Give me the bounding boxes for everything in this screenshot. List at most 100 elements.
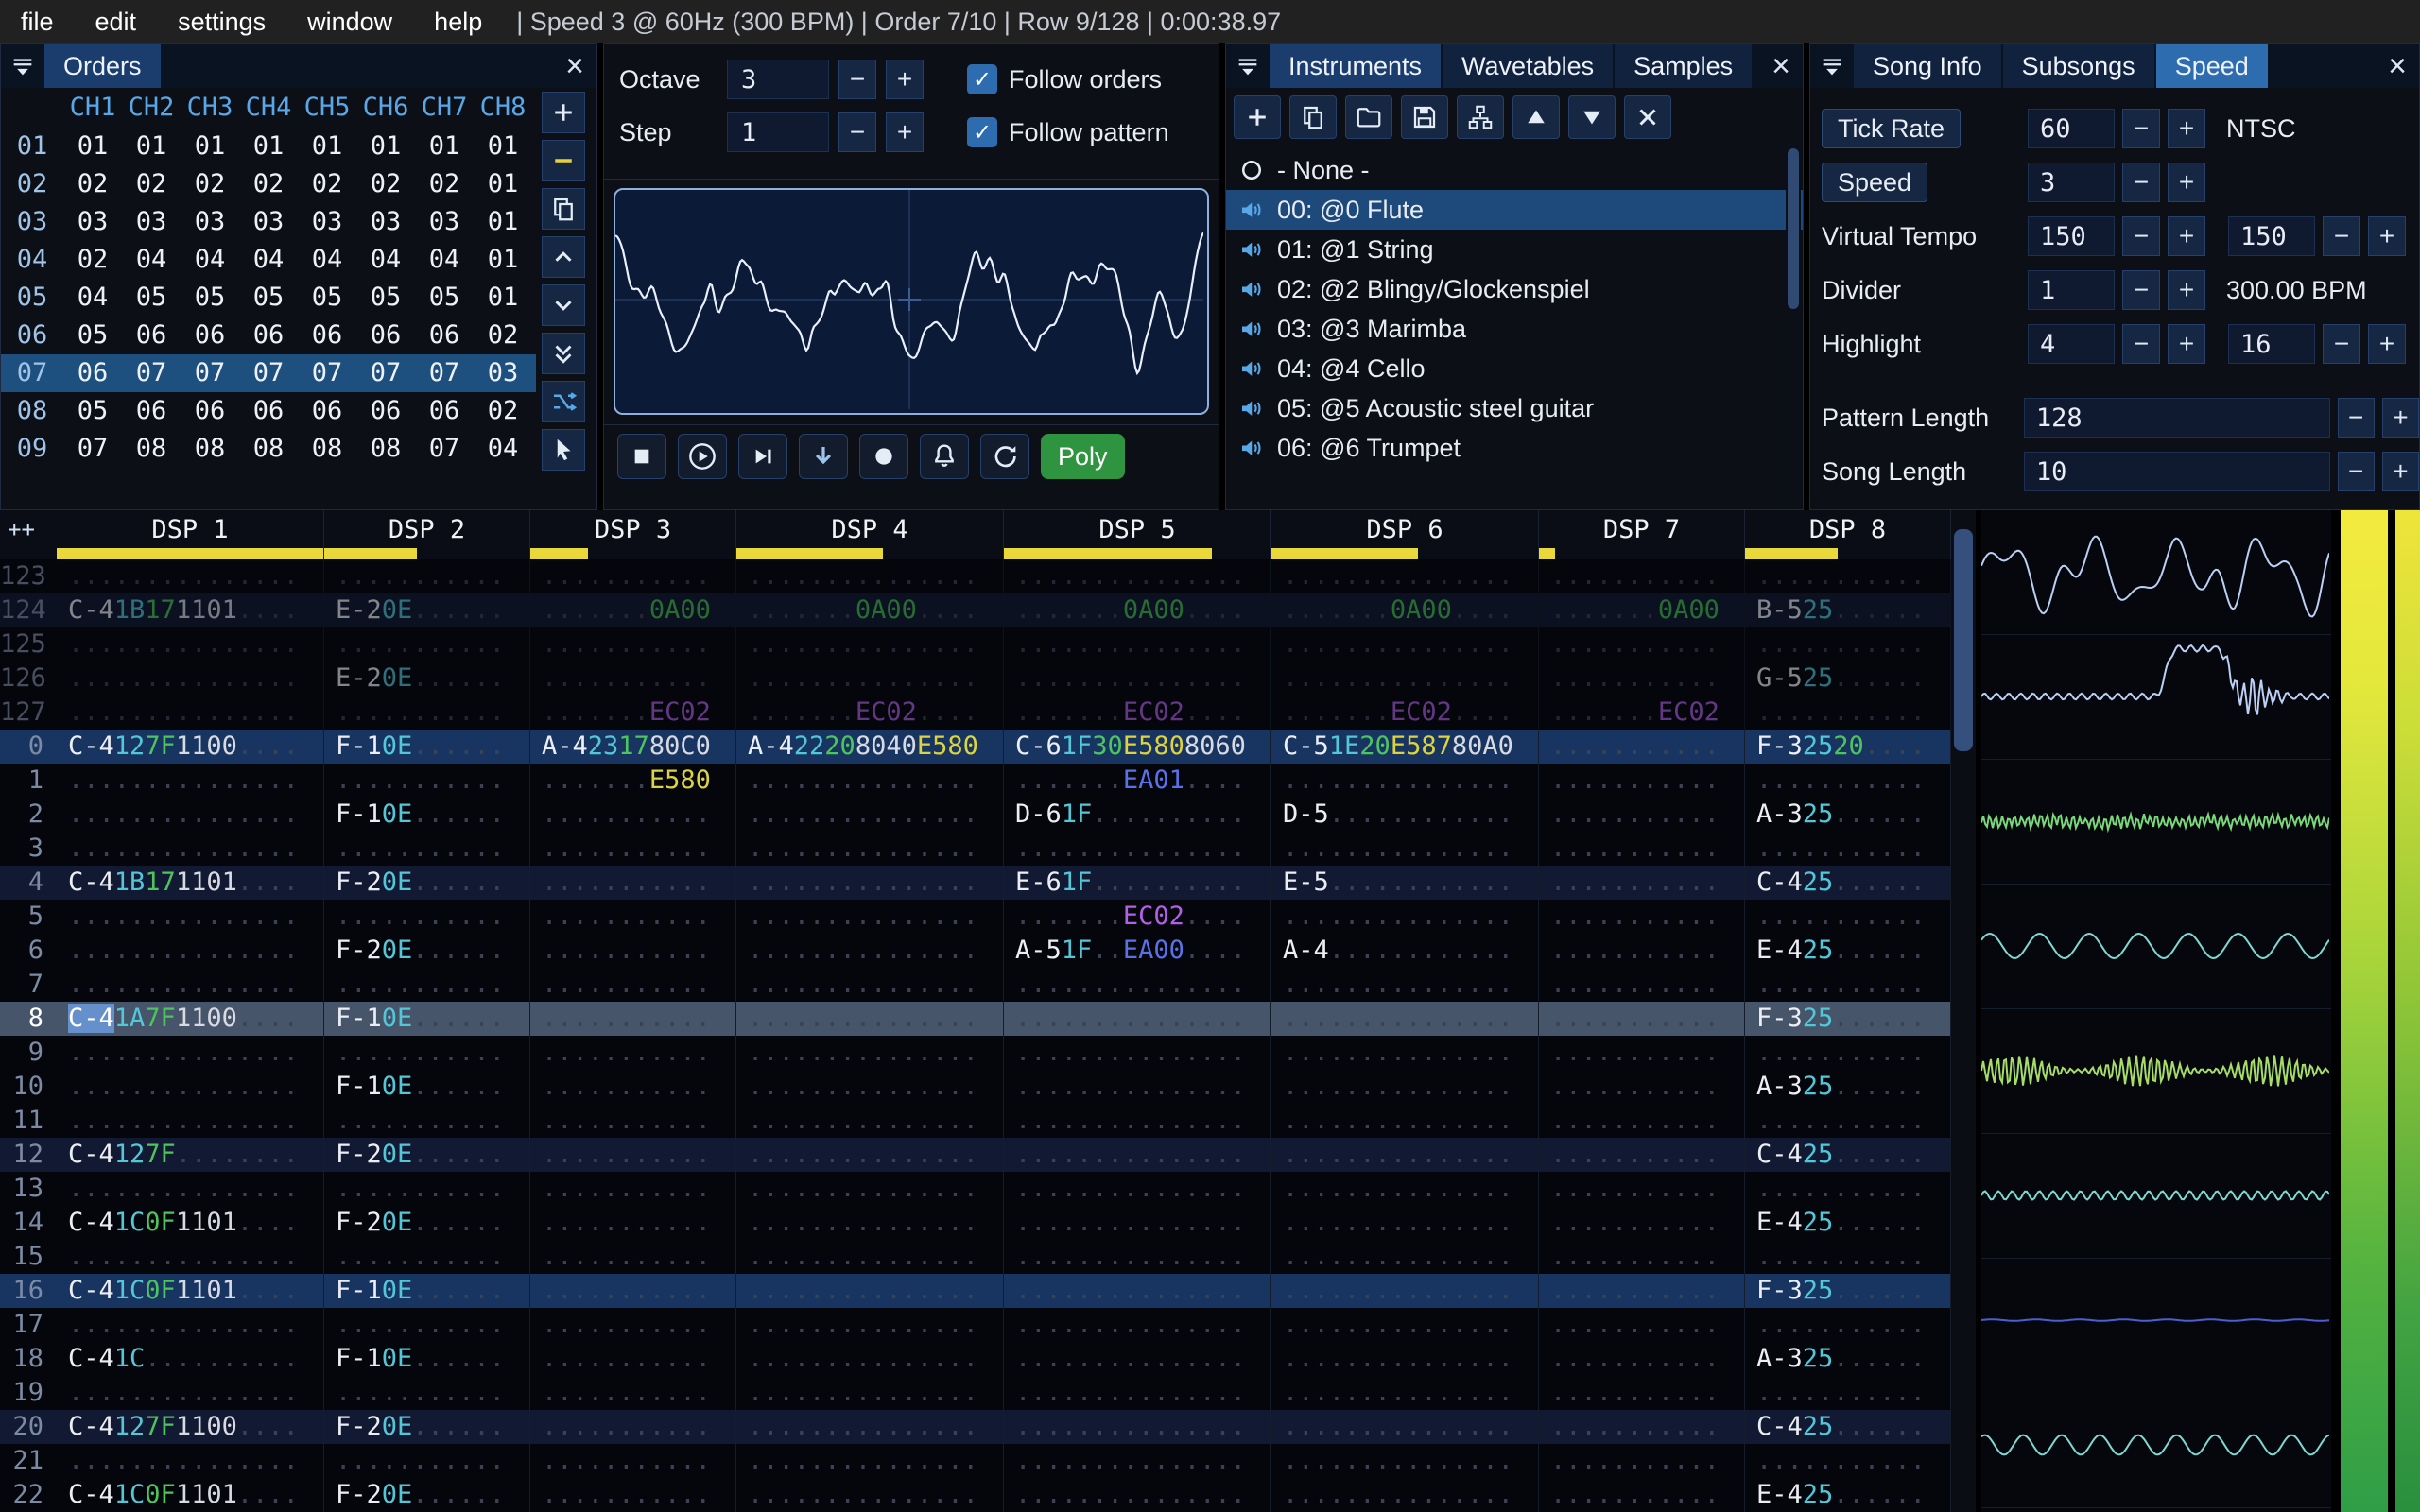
channel-header[interactable]: DSP 7	[1539, 510, 1745, 548]
pattern-cell[interactable]: .......E580	[530, 764, 736, 798]
pattern-cell[interactable]: ...............	[1271, 662, 1539, 696]
pattern-cell[interactable]: F-20E......	[324, 934, 530, 968]
pattern-cell[interactable]: F-325......	[1745, 1002, 1951, 1036]
pattern-cell[interactable]: ...........	[530, 1172, 736, 1206]
pattern-cell[interactable]: E-20E......	[324, 662, 530, 696]
order-cell[interactable]: 07	[239, 354, 298, 392]
remove-order-button[interactable]	[542, 140, 585, 181]
pattern-cell[interactable]: ...............	[57, 662, 324, 696]
order-cell[interactable]: 06	[122, 392, 181, 430]
pattern-cell[interactable]: ...........	[324, 764, 530, 798]
panel-menu-icon[interactable]	[1810, 44, 1854, 88]
order-cell[interactable]: 02	[474, 392, 532, 430]
speed-plus-button[interactable]: +	[2168, 163, 2205, 202]
virtual-tempo-denominator-input[interactable]: 150	[2228, 216, 2315, 256]
pattern-cell[interactable]: ...............	[736, 1036, 1004, 1070]
pattern-cell[interactable]: .......EC02	[1539, 696, 1745, 730]
pattern-cell[interactable]: ...............	[1271, 968, 1539, 1002]
pattern-cell[interactable]: F-20E......	[324, 1410, 530, 1444]
song-length-input[interactable]: 10	[2023, 452, 2330, 491]
order-cell[interactable]: 06	[415, 392, 474, 430]
add-order-button[interactable]	[542, 92, 585, 133]
order-cell[interactable]: 06	[356, 392, 415, 430]
pattern-cell[interactable]: ...............	[1271, 1274, 1539, 1308]
pattern-cell[interactable]: ...........	[1745, 627, 1951, 662]
order-cell[interactable]: 06	[239, 392, 298, 430]
order-cell[interactable]: 03	[63, 203, 122, 241]
pattern-cell[interactable]: ...............	[1271, 559, 1539, 593]
order-cell[interactable]: 08	[298, 430, 356, 468]
order-cell[interactable]: 06	[356, 317, 415, 354]
order-cell[interactable]: 02	[415, 165, 474, 203]
instrument-item-none[interactable]: - None -	[1226, 150, 1803, 190]
move-instrument-up-button[interactable]	[1512, 95, 1560, 139]
pattern-cell[interactable]: ...............	[736, 798, 1004, 832]
pattern-cell[interactable]: ...............	[1271, 1138, 1539, 1172]
pattern-cell[interactable]: ...............	[57, 798, 324, 832]
speed-label[interactable]: Speed	[1822, 163, 1928, 202]
pattern-cell[interactable]: D-5............	[1271, 798, 1539, 832]
order-cell[interactable]: 02	[298, 165, 356, 203]
virtual-tempo-numerator-minus-button[interactable]: −	[2122, 216, 2160, 256]
pattern-cell[interactable]: ...............	[736, 1376, 1004, 1410]
pattern-cell[interactable]: ...........	[1539, 934, 1745, 968]
pattern-cell[interactable]: ...............	[57, 1444, 324, 1478]
pattern-cell[interactable]: ...............	[57, 1240, 324, 1274]
pattern-cell[interactable]: ...........	[530, 1342, 736, 1376]
pattern-cell[interactable]: ...............	[1004, 1444, 1271, 1478]
divider-plus-button[interactable]: +	[2168, 270, 2205, 310]
pattern-cell[interactable]: ...........	[1745, 900, 1951, 934]
tab-instruments[interactable]: Instruments	[1270, 44, 1442, 88]
pattern-cell[interactable]: ...........	[530, 934, 736, 968]
pattern-cell[interactable]: A-325......	[1745, 1342, 1951, 1376]
pattern-cell[interactable]: ...........	[324, 559, 530, 593]
pattern-cell[interactable]: ...........	[530, 1070, 736, 1104]
pattern-cell[interactable]: ...............	[1271, 1104, 1539, 1138]
pattern-cell[interactable]: ...........	[324, 627, 530, 662]
pattern-cell[interactable]: ...........	[1539, 1410, 1745, 1444]
channel-header[interactable]: DSP 1	[57, 510, 324, 548]
order-cell[interactable]: 08	[122, 430, 181, 468]
tick-rate-label[interactable]: Tick Rate	[1822, 109, 1962, 148]
pattern-cell[interactable]: A-4............	[1271, 934, 1539, 968]
pattern-cell[interactable]: ...............	[1004, 832, 1271, 866]
pattern-cell[interactable]: ...............	[1004, 1274, 1271, 1308]
pattern-length-input[interactable]: 128	[2023, 398, 2330, 438]
order-cell[interactable]: 01	[474, 279, 532, 317]
pattern-cell[interactable]: ...........	[1745, 968, 1951, 1002]
pattern-cell[interactable]: A-325......	[1745, 1070, 1951, 1104]
order-cell[interactable]: 06	[63, 354, 122, 392]
pattern-cell[interactable]: F-10E......	[324, 1070, 530, 1104]
pattern-cell[interactable]: C-425......	[1745, 1410, 1951, 1444]
tab-orders[interactable]: Orders	[44, 44, 161, 88]
pattern-cell[interactable]: ...........	[1539, 730, 1745, 764]
pattern-cell[interactable]: ...............	[736, 1274, 1004, 1308]
pattern-cell[interactable]: ...............	[57, 627, 324, 662]
pattern-cell[interactable]: E-20E......	[324, 593, 530, 627]
order-cell[interactable]: 05	[415, 279, 474, 317]
tab-wavetables[interactable]: Wavetables	[1443, 44, 1614, 88]
pattern-cell[interactable]: ...........	[324, 1240, 530, 1274]
instrument-item[interactable]: 01: @1 String	[1226, 230, 1803, 269]
pattern-cell[interactable]: ...........	[1745, 1172, 1951, 1206]
pattern-cell[interactable]: ...........	[324, 1376, 530, 1410]
pattern-cell[interactable]: ...........	[1539, 798, 1745, 832]
order-cell[interactable]: 07	[298, 354, 356, 392]
order-cell[interactable]: 03	[298, 203, 356, 241]
pattern-cell[interactable]: E-425......	[1745, 1478, 1951, 1512]
poly-button[interactable]: Poly	[1041, 434, 1125, 479]
pattern-cell[interactable]: ...........	[324, 832, 530, 866]
order-cell[interactable]: 06	[298, 392, 356, 430]
order-cell[interactable]: 06	[181, 317, 239, 354]
pattern-cell[interactable]: ...........	[530, 1410, 736, 1444]
order-cell[interactable]: 05	[122, 279, 181, 317]
channel-header[interactable]: DSP 8	[1745, 510, 1951, 548]
pattern-cell[interactable]: C-4127F........	[57, 1138, 324, 1172]
pattern-cell[interactable]: ...............	[57, 900, 324, 934]
duplicate-order-to-end-button[interactable]	[542, 333, 585, 374]
pattern-cell[interactable]: C-51E20E58780A0	[1271, 730, 1539, 764]
play-pattern-button[interactable]	[738, 434, 787, 479]
pattern-cell[interactable]: ...........	[530, 1308, 736, 1342]
pattern-cell[interactable]: ...............	[1004, 559, 1271, 593]
pattern-cell[interactable]: ...............	[1004, 1036, 1271, 1070]
